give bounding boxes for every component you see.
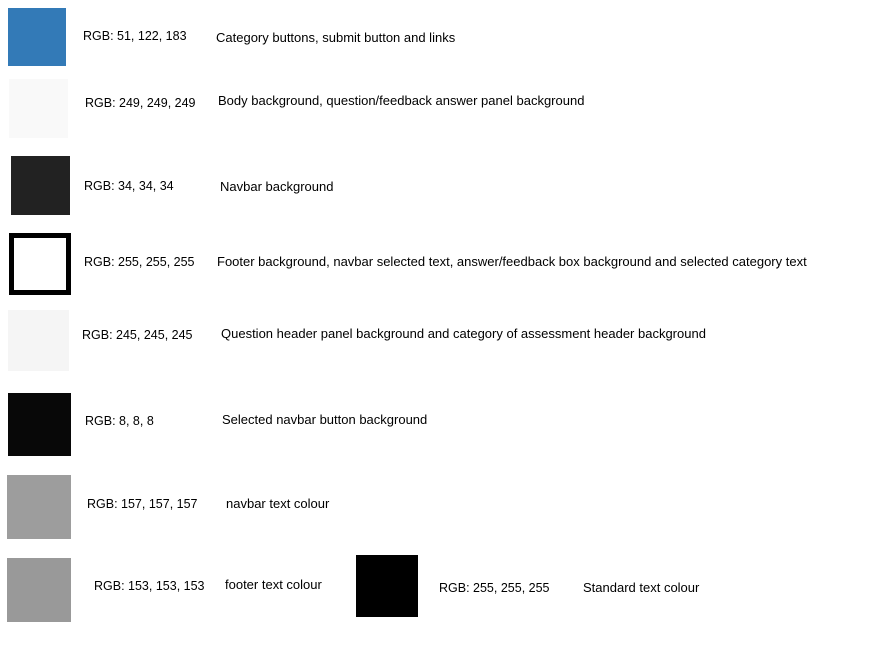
- rgb-label: RGB: 245, 245, 245: [82, 328, 193, 342]
- color-swatch-category-buttons: [8, 8, 66, 66]
- rgb-label: RGB: 255, 255, 255: [84, 255, 195, 269]
- color-description: navbar text colour: [226, 496, 330, 511]
- color-description: Body background, question/feedback answe…: [218, 93, 585, 108]
- color-description: Selected navbar button background: [222, 412, 428, 427]
- rgb-label: RGB: 51, 122, 183: [83, 29, 187, 43]
- color-description: Category buttons, submit button and link…: [216, 30, 456, 45]
- color-description: Footer background, navbar selected text,…: [217, 254, 807, 269]
- rgb-label: RGB: 255, 255, 255: [439, 581, 550, 595]
- color-swatch-standard-text: [356, 555, 418, 617]
- color-swatch-question-header-background: [8, 310, 69, 371]
- color-swatch-footer-text: [7, 558, 71, 622]
- color-swatch-navbar-background: [11, 156, 70, 215]
- color-swatch-footer-background: [9, 233, 71, 295]
- rgb-label: RGB: 153, 153, 153: [94, 579, 205, 593]
- rgb-label: RGB: 249, 249, 249: [85, 96, 196, 110]
- color-swatch-body-background: [9, 79, 68, 138]
- color-description: footer text colour: [225, 577, 322, 592]
- color-description: Navbar background: [220, 179, 334, 194]
- color-description: Standard text colour: [583, 580, 700, 595]
- color-swatch-selected-navbar-button: [8, 393, 71, 456]
- rgb-label: RGB: 34, 34, 34: [84, 179, 174, 193]
- color-swatch-navbar-text: [7, 475, 71, 539]
- rgb-label: RGB: 157, 157, 157: [87, 497, 198, 511]
- rgb-label: RGB: 8, 8, 8: [85, 414, 154, 428]
- color-description: Question header panel background and cat…: [221, 326, 706, 341]
